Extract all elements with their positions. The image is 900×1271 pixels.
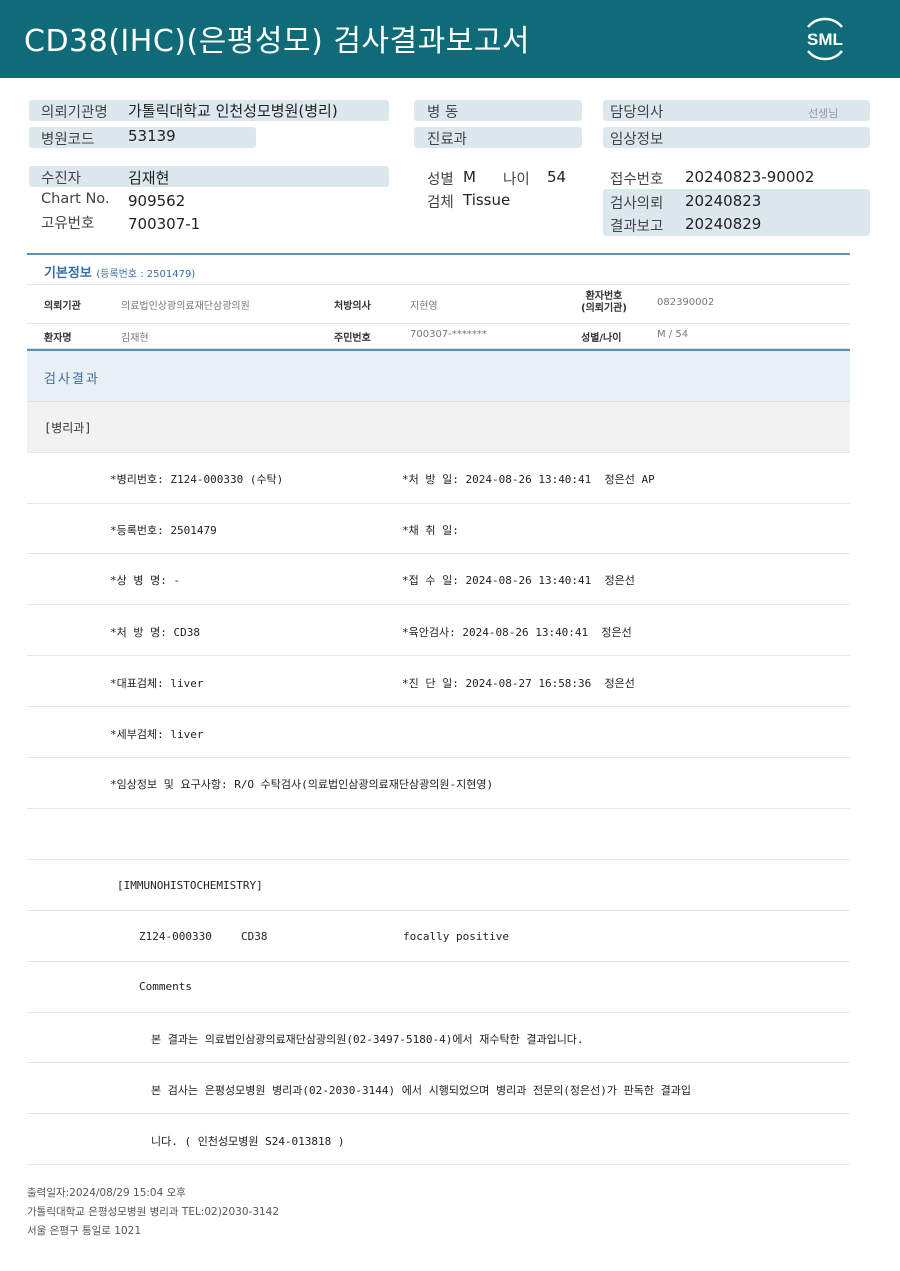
print-date: 출력일자:2024/08/29 15:04 오후: [27, 1187, 186, 1199]
sex-label: 성별: [427, 172, 454, 188]
comment-line-3: 니다. ( 인천성모병원 S24-013818 ): [151, 1135, 345, 1148]
basic-info-reg-no: (등록번호 : 2501479): [96, 269, 196, 280]
divider: [27, 1062, 850, 1063]
department-tag: [병리과]: [44, 421, 92, 435]
unique-id-value: 700307-1: [128, 215, 201, 233]
diagnosis-date: *진 단 일: 2024-08-27 16:58:36 정은선: [402, 677, 635, 690]
rrn-label: 주민번호: [334, 333, 371, 344]
institution-value: 가톨릭대학교 인천성모병원(병리): [128, 102, 338, 120]
divider: [27, 859, 850, 860]
name-label: 환자명: [44, 333, 72, 344]
patient-no-label: 환자번호 (의뢰기관): [581, 291, 627, 315]
divider: [27, 655, 850, 656]
institution-label: 의뢰기관명: [41, 105, 108, 121]
reported-value: 20240829: [685, 215, 762, 233]
results-title: 검사결과: [44, 372, 100, 387]
order-name: *처 방 명: CD38: [110, 626, 200, 639]
requested-value: 20240823: [685, 192, 762, 210]
age-value: 54: [547, 168, 567, 186]
name-value: 김재현: [121, 333, 149, 344]
divider: [27, 910, 850, 911]
divider: [27, 1012, 850, 1013]
sexage-value: M / 54: [657, 329, 689, 340]
reported-label: 결과보고: [610, 219, 664, 235]
registration-no: *등록번호: 2501479: [110, 524, 217, 537]
requested-label: 검사의뢰: [610, 196, 664, 212]
specimen-value: Tissue: [463, 191, 511, 209]
comment-line-2: 본 검사는 은평성모병원 병리과(02-2030-3144) 에서 시행되었으며…: [151, 1084, 692, 1097]
receive-date: *접 수 일: 2024-08-26 13:40:41 정은선: [402, 574, 635, 587]
footer-address: 서울 은평구 통일로 1021: [27, 1225, 142, 1237]
age-label: 나이: [503, 172, 530, 188]
divider: [27, 961, 850, 962]
department-label: 진료과: [427, 132, 468, 148]
disease-name: *상 병 명: -: [110, 574, 181, 587]
comment-line-1: 본 결과는 의료법인삼광의료재단삼광의원(02-3497-5180-4)에서 재…: [151, 1033, 584, 1046]
patient-box: [29, 166, 389, 187]
rrn-value: 700307-*******: [410, 329, 487, 340]
svg-text:SML: SML: [807, 30, 843, 49]
ihc-result: focally positive: [403, 930, 509, 943]
ward-label: 병 동: [427, 105, 459, 121]
doctor-label: 담당의사: [610, 105, 664, 121]
prescriber-value: 지현영: [410, 301, 438, 312]
sex-value: M: [463, 168, 476, 186]
divider: [27, 1164, 850, 1165]
inst-label: 의뢰기관: [44, 301, 81, 312]
divider: [27, 553, 850, 554]
unique-id-label: 고유번호: [41, 216, 95, 232]
sml-logo-icon: SML: [798, 13, 852, 65]
divider: [27, 503, 850, 504]
divider: [27, 706, 850, 707]
main-specimen: *대표검체: liver: [110, 677, 204, 690]
basic-info-divider: [27, 253, 850, 255]
chart-value: 909562: [128, 192, 186, 210]
specimen-label: 검체: [427, 195, 454, 211]
hospital-code-value: 53139: [128, 127, 176, 145]
pathology-no: *병리번호: Z124-000330 (수탁): [110, 473, 284, 486]
patient-label: 수진자: [41, 171, 82, 187]
footer-hospital: 가톨릭대학교 은평성모병원 병리과 TEL:02)2030-3142: [27, 1206, 280, 1218]
order-date: *처 방 일: 2024-08-26 13:40:41 정은선 AP: [402, 473, 655, 486]
patient-no-label-line1: 환자번호: [585, 291, 623, 302]
sub-specimen: *세부검체: liver: [110, 728, 204, 741]
inst-value: 의료법인상광의료재단삼광의원: [121, 301, 250, 312]
results-band: [27, 349, 850, 402]
divider: [27, 604, 850, 605]
patient-no-value: 082390002: [657, 297, 715, 308]
chart-label: Chart No.: [41, 191, 110, 207]
gross-exam: *육안검사: 2024-08-26 13:40:41 정은선: [402, 626, 632, 639]
collect-date: *채 취 일:: [402, 524, 459, 537]
patient-no-label-line2: (의뢰기관): [581, 303, 627, 314]
basic-info-heading: 기본정보: [44, 266, 92, 281]
report-header: CD38(IHC)(은평성모) 검사결과보고서 SML: [0, 0, 900, 78]
hospital-code-label: 병원코드: [41, 132, 95, 148]
ihc-marker: CD38: [241, 930, 268, 943]
receipt-no-value: 20240823-90002: [685, 168, 815, 186]
basic-info-title: 기본정보 (등록번호 : 2501479): [44, 262, 195, 281]
comments-label: Comments: [139, 980, 192, 993]
prescriber-label: 처방의사: [334, 301, 371, 312]
clinical-request: *임상정보 및 요구사항: R/O 수탁검사(의료법인삼광의료재단삼광의원-지현…: [110, 778, 494, 791]
doctor-suffix: 선생님: [808, 107, 839, 120]
divider: [27, 757, 850, 758]
receipt-no-label: 접수번호: [610, 172, 664, 188]
department-band: [27, 401, 850, 453]
ihc-header: [IMMUNOHISTOCHEMISTRY]: [117, 879, 263, 892]
divider: [27, 808, 850, 809]
clinical-info-label: 임상정보: [610, 132, 664, 148]
ihc-id: Z124-000330: [139, 930, 212, 943]
divider: [27, 1113, 850, 1114]
divider: [27, 452, 850, 453]
patient-value: 김재현: [128, 169, 170, 187]
report-title: CD38(IHC)(은평성모) 검사결과보고서: [24, 24, 531, 59]
sexage-label: 성별/나이: [581, 333, 622, 344]
